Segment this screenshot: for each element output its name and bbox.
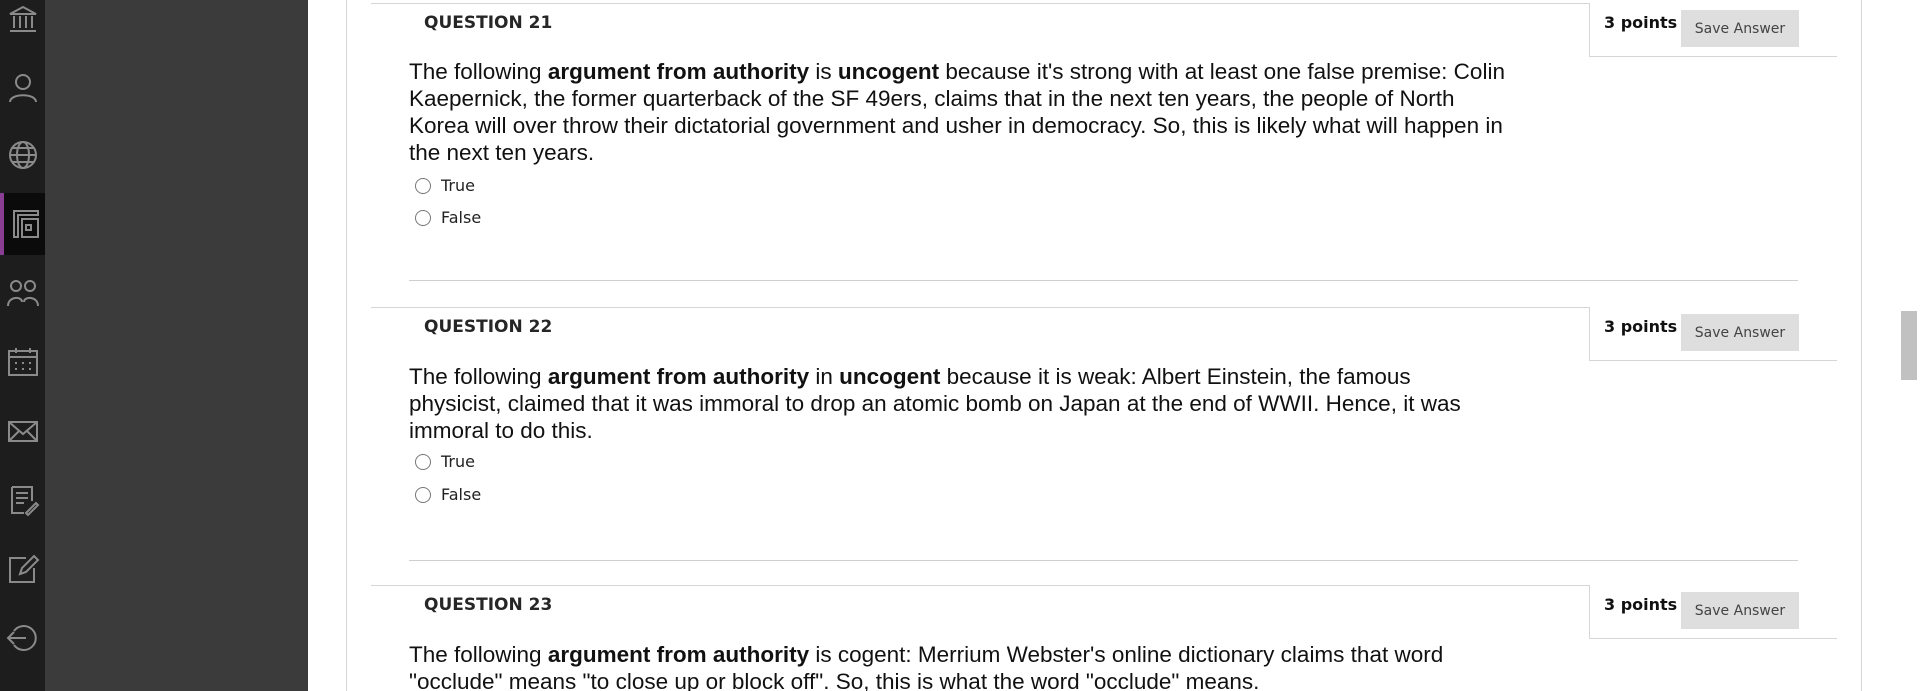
test-content: QUESTION 21 3 points Save Answer The fol… [346, 0, 1862, 691]
option-label: True [441, 452, 475, 471]
points-label: 3 points [1604, 13, 1678, 32]
radio-button[interactable] [415, 177, 431, 194]
option-label: True [441, 176, 475, 195]
points-label: 3 points [1604, 595, 1678, 614]
question-title: QUESTION 23 [424, 595, 553, 615]
courses-icon [12, 210, 39, 238]
points-box: 3 points Save Answer [1589, 585, 1837, 639]
question-separator [409, 280, 1798, 281]
nav-courses[interactable] [0, 193, 45, 255]
nav-globe[interactable] [0, 124, 45, 186]
radio-button[interactable] [415, 209, 431, 226]
option-false[interactable]: False [415, 485, 481, 504]
radio-button[interactable] [415, 453, 431, 470]
question-text: The following argument from authority in… [409, 364, 1461, 443]
save-answer-button[interactable]: Save Answer [1681, 592, 1799, 629]
nav-calendar[interactable] [0, 331, 45, 393]
save-answer-button[interactable]: Save Answer [1681, 10, 1799, 47]
option-false[interactable]: False [415, 208, 481, 227]
radio-button[interactable] [415, 486, 431, 503]
nav-institution[interactable] [0, 0, 45, 50]
grades-icon [10, 486, 39, 517]
groups-icon [6, 280, 39, 307]
nav-tools[interactable] [0, 538, 45, 600]
points-label: 3 points [1604, 317, 1678, 336]
tools-icon [8, 554, 39, 583]
option-label: False [441, 485, 482, 504]
points-box: 3 points Save Answer [1589, 307, 1837, 361]
question-title: QUESTION 21 [424, 13, 553, 33]
nav-profile[interactable] [0, 57, 45, 119]
nav-messages[interactable] [0, 400, 45, 462]
institution-icon [9, 5, 36, 32]
messages-icon [7, 421, 38, 442]
scrollbar-thumb[interactable] [1901, 311, 1917, 380]
nav-groups[interactable] [0, 262, 45, 324]
option-true[interactable]: True [415, 176, 475, 195]
save-answer-button[interactable]: Save Answer [1681, 314, 1799, 351]
nav-sign-out[interactable] [0, 607, 45, 669]
question-separator [409, 560, 1798, 561]
points-box: 3 points Save Answer [1589, 3, 1837, 57]
globe-icon [8, 141, 37, 169]
profile-icon [8, 74, 37, 103]
nav-grades[interactable] [0, 469, 45, 531]
option-label: False [441, 208, 482, 227]
icon-rail [0, 0, 45, 691]
calendar-icon [7, 348, 38, 376]
question-title: QUESTION 22 [424, 317, 553, 337]
question-text: The following argument from authority is… [409, 59, 1505, 165]
sign-out-icon [6, 625, 37, 651]
question-text: The following argument from authority is… [409, 642, 1444, 691]
course-menu-panel [45, 0, 308, 691]
option-true[interactable]: True [415, 452, 475, 471]
